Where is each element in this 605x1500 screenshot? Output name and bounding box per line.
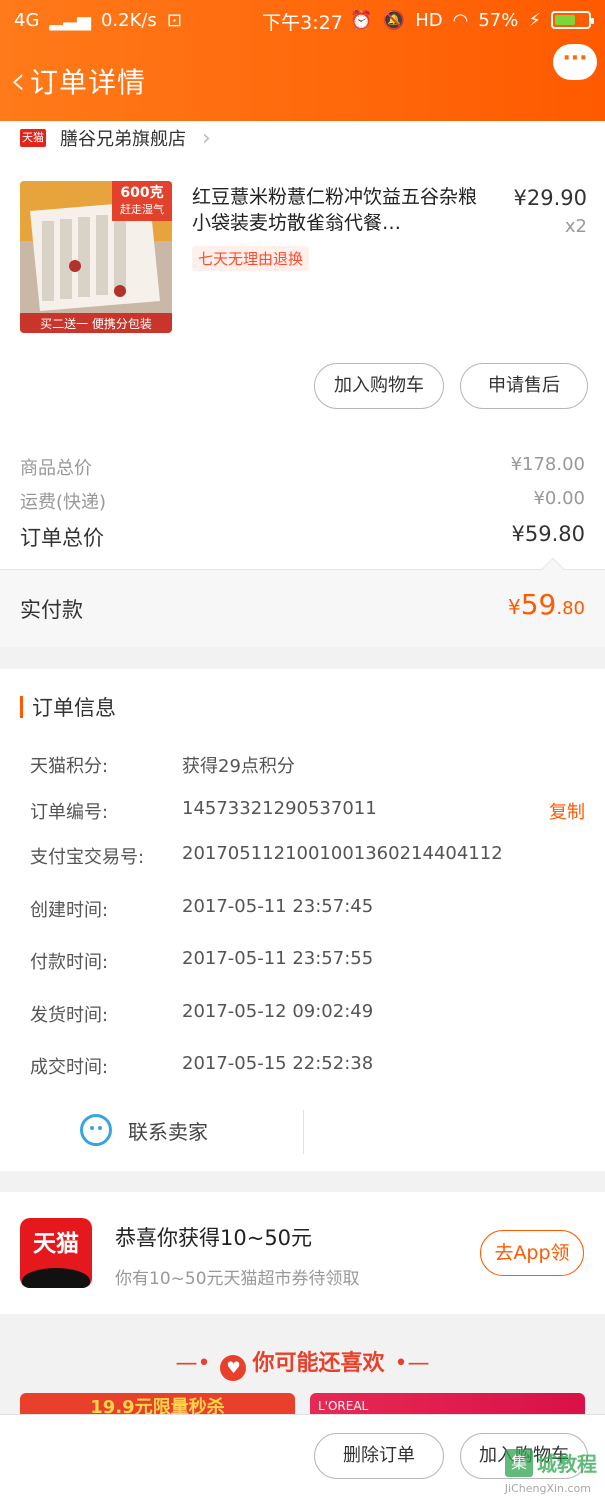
tmall-cat-face (22, 1268, 90, 1288)
contact-seller-label: 联系卖家 (128, 1119, 208, 1144)
info-row-shipped: 发货时间: 2017-05-12 09:02:49 (30, 1001, 585, 1027)
shipping-value: ¥0.00 (533, 488, 585, 509)
info-label: 创建时间: (30, 900, 109, 921)
svg-text:买二送一 便携分包装: 买二送一 便携分包装 (40, 316, 152, 331)
site-watermark: 集 城教程 (505, 1448, 597, 1477)
info-row-points: 天猫积分: 获得29点积分 (30, 752, 585, 778)
mute-icon: 🔕 (382, 9, 406, 31)
network-indicator: 4G (14, 9, 40, 31)
goods-total-label: 商品总价 (20, 458, 92, 479)
order-info-header: 订单信息 (20, 692, 116, 722)
status-bar: 4G ▂▃▅ 0.2K/s ⊡ ⏰ 🔕 HD ◠ 57% ⚡ (0, 0, 605, 40)
watermark-text: 城教程 (537, 1452, 597, 1476)
decor-left: —• (175, 1351, 211, 1376)
info-row-created: 创建时间: 2017-05-11 23:57:45 (30, 896, 585, 922)
actual-payment-row: 实付款 ¥59.80 (0, 557, 605, 647)
network-speed: 0.2K/s (100, 9, 157, 31)
alarm-icon: ⏰ (350, 9, 373, 31)
return-policy-tag: 七天无理由退换 (192, 246, 310, 271)
info-row-paid: 付款时间: 2017-05-11 23:57:55 (30, 948, 585, 974)
amount-decimal: .80 (556, 598, 585, 619)
tmall-logo-text: 天猫 (33, 1231, 79, 1257)
info-value: 2017051121001001360214404112 (182, 843, 503, 864)
contact-seller-button[interactable]: 联系卖家 (80, 1114, 208, 1146)
go-app-button[interactable]: 去App领 (480, 1230, 584, 1276)
tmall-logo-icon: 天猫 (20, 1218, 92, 1288)
product-thumbnail[interactable]: 600克 赶走湿气 买二送一 便携分包装 (20, 181, 172, 333)
hd-indicator: HD (415, 9, 443, 31)
info-label: 订单编号: (30, 802, 109, 823)
info-value: 2017-05-12 09:02:49 (182, 1001, 374, 1022)
app-header: 4G ▂▃▅ 0.2K/s ⊡ ⏰ 🔕 HD ◠ 57% ⚡ 下午3:27 ‹ … (0, 0, 605, 121)
info-value: 2017-05-11 23:57:45 (182, 896, 374, 917)
page-title: 订单详情 (30, 65, 147, 99)
order-total-row: 订单总价 ¥59.80 (20, 522, 585, 552)
svg-text:赶走湿气: 赶走湿气 (120, 202, 164, 216)
add-to-cart-button[interactable]: 加入购物车 (314, 363, 444, 409)
actual-payment-value: ¥59.80 (508, 588, 585, 621)
order-total-label: 订单总价 (20, 526, 104, 550)
info-value: 2017-05-15 22:52:38 (182, 1053, 374, 1074)
tmall-badge-icon: 天猫 (20, 129, 46, 147)
product-price: ¥29.90 (513, 186, 587, 210)
svg-text:600克: 600克 (120, 184, 163, 201)
currency-symbol: ¥ (507, 595, 521, 619)
info-row-completed: 成交时间: 2017-05-15 22:52:38 (30, 1053, 585, 1079)
promo-subtitle: 你有10~50元天猫超市券待领取 (115, 1269, 360, 1289)
more-menu-button[interactable]: ··· (553, 44, 597, 80)
actual-payment-label: 实付款 (20, 598, 83, 622)
info-label: 天猫积分: (30, 756, 109, 777)
product-title[interactable]: 红豆薏米粉薏仁粉冲饮益五谷杂粮小袋装麦坊散雀翁代餐… (192, 184, 480, 236)
info-row-alipay: 支付宝交易号: 2017051121001001360214404112 (30, 843, 585, 869)
divider (303, 1110, 304, 1154)
watermark-logo-icon: 集 (505, 1448, 533, 1477)
goods-total-value: ¥178.00 (510, 454, 585, 475)
decor-right: •— (394, 1351, 430, 1376)
recommend-header: —• ♥ 你可能还喜欢 •— (0, 1345, 605, 1381)
info-label: 支付宝交易号: (30, 847, 145, 868)
shop-name: 膳谷兄弟旗舰店 (60, 129, 186, 150)
info-value: 获得29点积分 (182, 756, 295, 777)
info-label: 发货时间: (30, 1005, 109, 1026)
delete-order-button[interactable]: 删除订单 (314, 1433, 444, 1479)
order-info-title: 订单信息 (32, 696, 116, 720)
info-value: 2017-05-11 23:57:55 (182, 948, 374, 969)
info-label: 成交时间: (30, 1057, 109, 1078)
promo-title: 恭喜你获得10~50元 (115, 1226, 313, 1250)
copy-order-number-link[interactable]: 复制 (549, 798, 585, 824)
recommend-title: 你可能还喜欢 (252, 1351, 385, 1376)
signal-icon: ▂▃▅ (49, 9, 91, 31)
wifi-icon: ◠ (452, 9, 469, 31)
after-sale-button[interactable]: 申请售后 (460, 363, 588, 409)
info-row-order-number: 订单编号: 1457332129053701​1 复制 (30, 798, 585, 824)
back-arrow-icon[interactable]: ‹ (10, 61, 26, 101)
info-value: 1457332129053701​1 (182, 798, 377, 819)
charging-icon: ⚡ (528, 9, 541, 31)
section-accent-bar (20, 696, 23, 718)
chat-face-icon (80, 1114, 112, 1146)
battery-percent: 57% (478, 9, 519, 31)
battery-icon (551, 11, 594, 29)
chevron-right-icon: › (202, 125, 211, 151)
order-total-value: ¥59.80 (511, 522, 585, 546)
notification-icon: ⊡ (166, 9, 182, 31)
shop-link[interactable]: 天猫 膳谷兄弟旗舰店 › (20, 125, 211, 151)
goods-total-row: 商品总价 ¥178.00 (20, 454, 585, 480)
shipping-row: 运费(快递) ¥0.00 (20, 488, 585, 514)
amount-integer: 59 (520, 588, 557, 621)
watermark-url: JiChengXin.com (504, 1482, 591, 1495)
shipping-label: 运费(快递) (20, 492, 107, 513)
product-quantity: x2 (564, 216, 587, 237)
heart-icon: ♥ (220, 1355, 247, 1381)
info-label: 付款时间: (30, 952, 109, 973)
